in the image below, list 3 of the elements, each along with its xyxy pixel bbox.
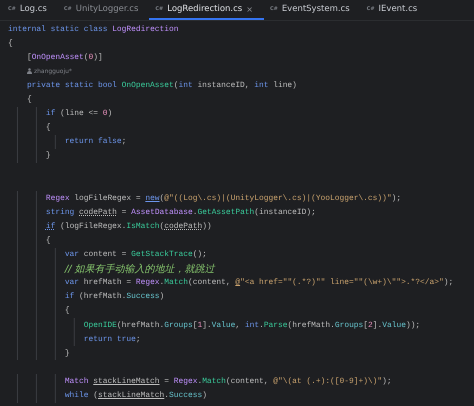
code-line: // 如果有手动输入的地址，就跳过 (64, 262, 215, 276)
close-button[interactable]: × (246, 4, 253, 14)
person-icon (26, 68, 32, 74)
